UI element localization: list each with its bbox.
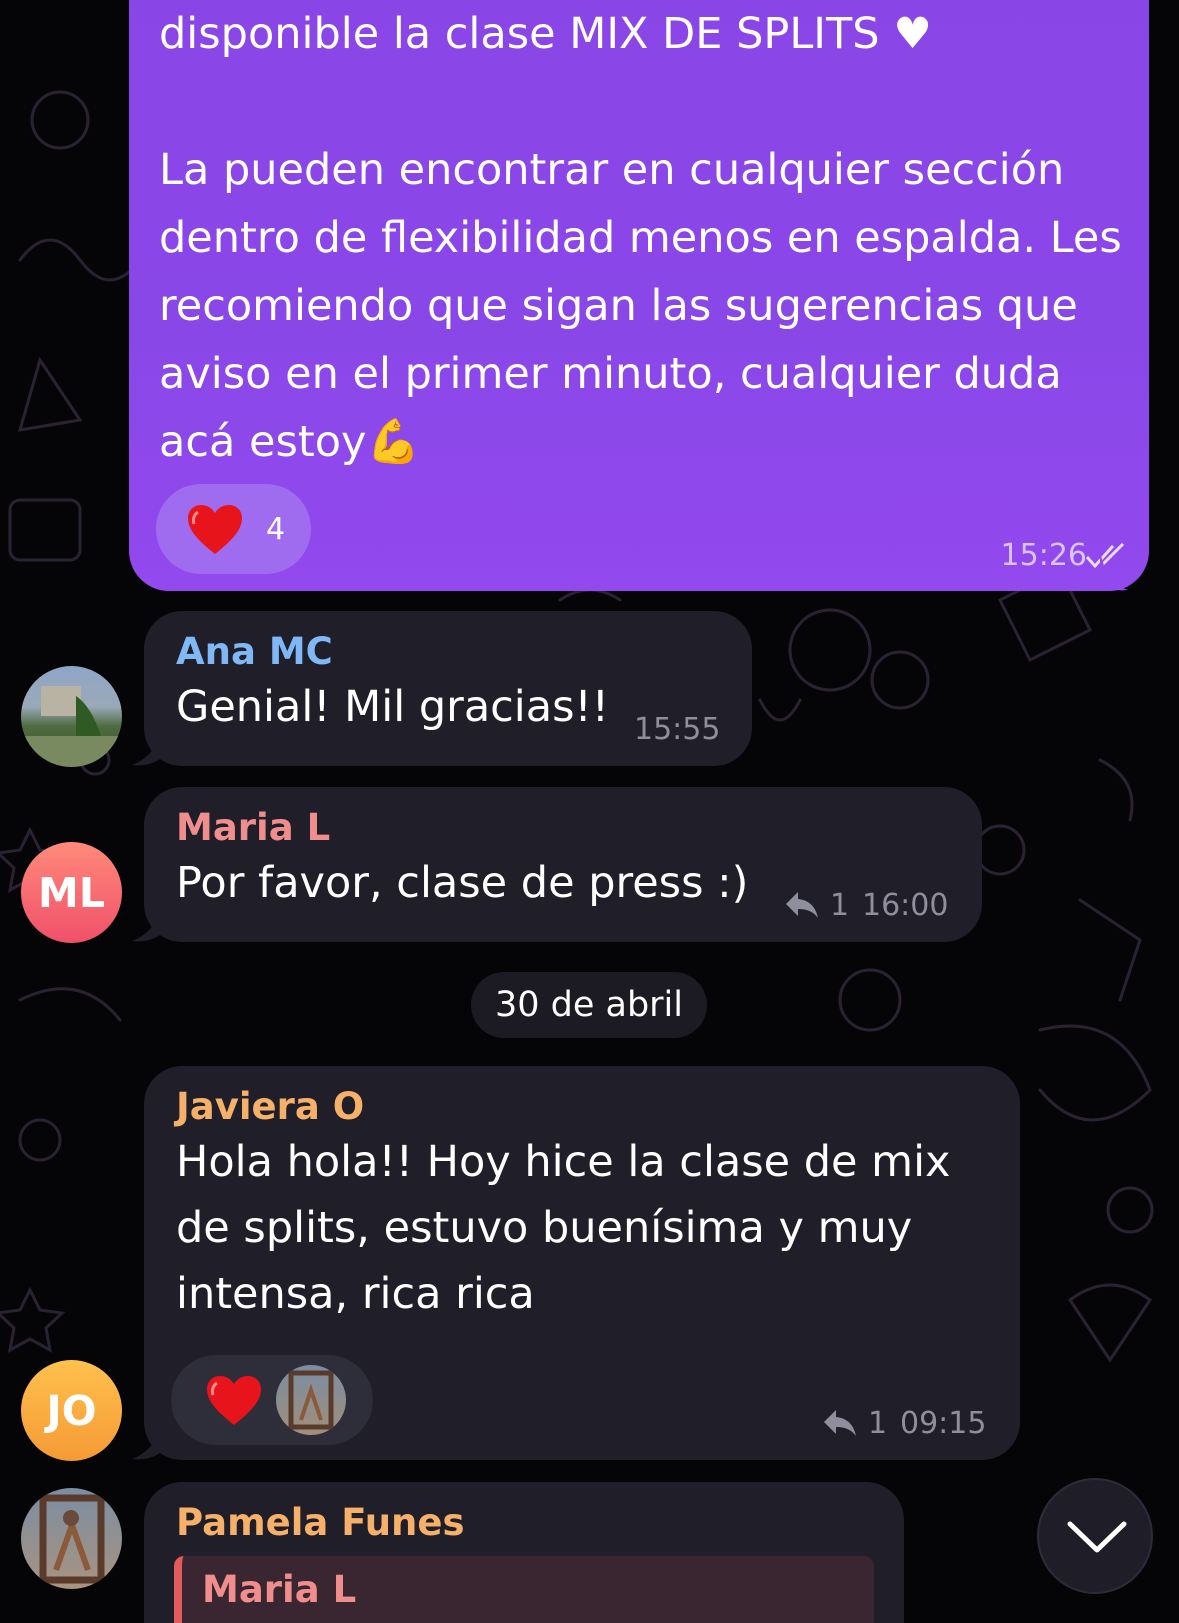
avatar-pamela[interactable] [21, 1488, 122, 1589]
message-time: 15:26 [1000, 538, 1087, 573]
red-heart-icon [188, 505, 242, 554]
message-ana[interactable]: Ana MC Genial! Mil gracias!! 15:55 [144, 611, 752, 766]
reaction-pill[interactable]: 4 [156, 484, 311, 574]
quoted-reply[interactable]: Maria L [174, 1556, 874, 1623]
outgoing-message-bubble[interactable]: disponible la clase MIX DE SPLITS ♥ La p… [129, 0, 1149, 591]
message-text: Hola hola!! Hoy hice la clase de mix de … [176, 1137, 951, 1319]
bubble-tail [132, 906, 160, 942]
sender-name[interactable]: Pamela Funes [176, 1501, 465, 1544]
avatar-maria[interactable]: ML [21, 842, 122, 943]
message-time: 09:15 [900, 1406, 987, 1441]
reply-arrow-icon[interactable] [784, 890, 820, 920]
bubble-tail [132, 730, 160, 766]
outgoing-message-text: disponible la clase MIX DE SPLITS ♥ La p… [159, 9, 1122, 467]
avatar-javiera[interactable]: JO [21, 1360, 122, 1461]
reply-arrow-icon[interactable] [822, 1408, 858, 1438]
reply-count[interactable]: 1 [868, 1406, 887, 1441]
reaction-pill[interactable] [171, 1355, 373, 1445]
reactor-avatar [276, 1365, 346, 1435]
scroll-to-bottom-button[interactable] [1037, 1478, 1153, 1594]
bubble-tail [132, 1424, 160, 1460]
message-time: 16:00 [862, 888, 949, 923]
avatar-ana[interactable] [21, 666, 122, 767]
sender-name[interactable]: Maria L [176, 806, 330, 849]
chevron-down-icon [1067, 1521, 1127, 1553]
red-heart-icon [207, 1376, 261, 1425]
sender-name[interactable]: Javiera O [176, 1085, 364, 1128]
message-maria[interactable]: Maria L Por favor, clase de press :) 1 1… [144, 787, 982, 942]
sender-name[interactable]: Ana MC [176, 630, 333, 673]
message-text: Por favor, clase de press :) [176, 858, 749, 908]
bubble-tail [1100, 550, 1128, 591]
reaction-count: 4 [266, 512, 286, 547]
date-separator: 30 de abril [471, 972, 707, 1038]
message-javiera[interactable]: Javiera O Hola hola!! Hoy hice la clase … [144, 1066, 1020, 1460]
quoted-sender: Maria L [202, 1568, 357, 1611]
message-pamela[interactable]: Pamela Funes Maria L [144, 1482, 904, 1623]
reply-count[interactable]: 1 [830, 888, 849, 923]
message-time: 15:55 [634, 712, 721, 747]
message-text: Genial! Mil gracias!! [176, 682, 609, 732]
